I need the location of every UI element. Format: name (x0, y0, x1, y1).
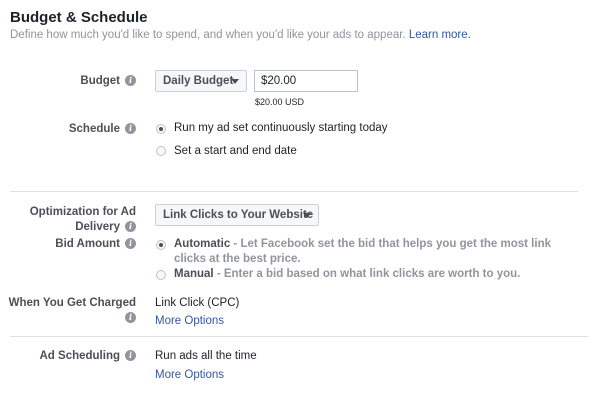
info-icon[interactable]: i (125, 350, 136, 361)
bid-automatic-title: Automatic (174, 238, 231, 250)
optimization-label-line2: Delivery (75, 221, 120, 233)
schedule-continuous-radio[interactable] (156, 124, 166, 134)
bid-manual-title: Manual (174, 268, 214, 280)
ad-scheduling-label: Ad Scheduling i (39, 349, 136, 364)
info-icon[interactable]: i (125, 123, 136, 134)
section-title: Budget & Schedule (10, 9, 148, 26)
charged-more-options-link[interactable]: More Options (155, 315, 224, 327)
section-subtitle: Define how much you'd like to spend, and… (10, 29, 471, 41)
bid-automatic-label[interactable]: Automatic - Let Facebook set the bid tha… (174, 237, 574, 267)
schedule-label-text: Schedule (68, 123, 120, 135)
info-icon[interactable]: i (125, 75, 136, 86)
optimization-label-line1: Optimization for Ad (29, 206, 136, 218)
bid-manual-radio[interactable] (156, 270, 166, 280)
info-icon[interactable]: i (125, 312, 136, 323)
bid-amount-label: Bid Amount i (55, 237, 136, 252)
subtitle-text: Define how much you'd like to spend, and… (10, 29, 406, 41)
section-divider (10, 336, 588, 337)
charged-label-text: When You Get Charged (8, 297, 136, 309)
optimization-dropdown[interactable]: Link Clicks to Your Website (155, 204, 319, 226)
optimization-value: Link Clicks to Your Website (163, 209, 314, 221)
section-divider (10, 191, 578, 192)
info-icon[interactable]: i (125, 238, 136, 249)
budget-type-value: Daily Budget (163, 75, 234, 87)
bid-automatic-radio[interactable] (156, 240, 166, 250)
budget-type-dropdown[interactable]: Daily Budget (155, 70, 247, 92)
bid-manual-label[interactable]: Manual - Enter a bid based on what link … (174, 267, 520, 282)
schedule-continuous-label[interactable]: Run my ad set continuously starting toda… (174, 121, 388, 136)
ad-scheduling-value: Run ads all the time (155, 350, 257, 362)
schedule-start-end-label[interactable]: Set a start and end date (174, 144, 297, 159)
ad-scheduling-label-text: Ad Scheduling (39, 350, 121, 362)
ad-scheduling-more-options-link[interactable]: More Options (155, 369, 224, 381)
bid-amount-label-text: Bid Amount (55, 238, 120, 250)
charged-value: Link Click (CPC) (155, 297, 240, 309)
caret-down-icon (303, 213, 311, 218)
budget-label-text: Budget (80, 75, 120, 87)
charged-label: When You Get Charged i (0, 296, 136, 326)
bid-automatic-desc: - Let Facebook set the bid that helps yo… (174, 238, 551, 265)
learn-more-link[interactable]: Learn more. (409, 29, 471, 41)
info-icon[interactable]: i (125, 221, 136, 232)
caret-down-icon (231, 79, 239, 84)
bid-manual-desc: - Enter a bid based on what link clicks … (213, 268, 521, 280)
budget-label: Budget i (80, 74, 136, 89)
budget-amount-input[interactable]: $20.00 (254, 70, 358, 92)
schedule-start-end-radio[interactable] (156, 146, 166, 156)
budget-amount-note: $20.00 USD (255, 97, 305, 107)
optimization-label: Optimization for Ad Delivery i (30, 205, 136, 235)
schedule-label: Schedule i (69, 122, 136, 137)
